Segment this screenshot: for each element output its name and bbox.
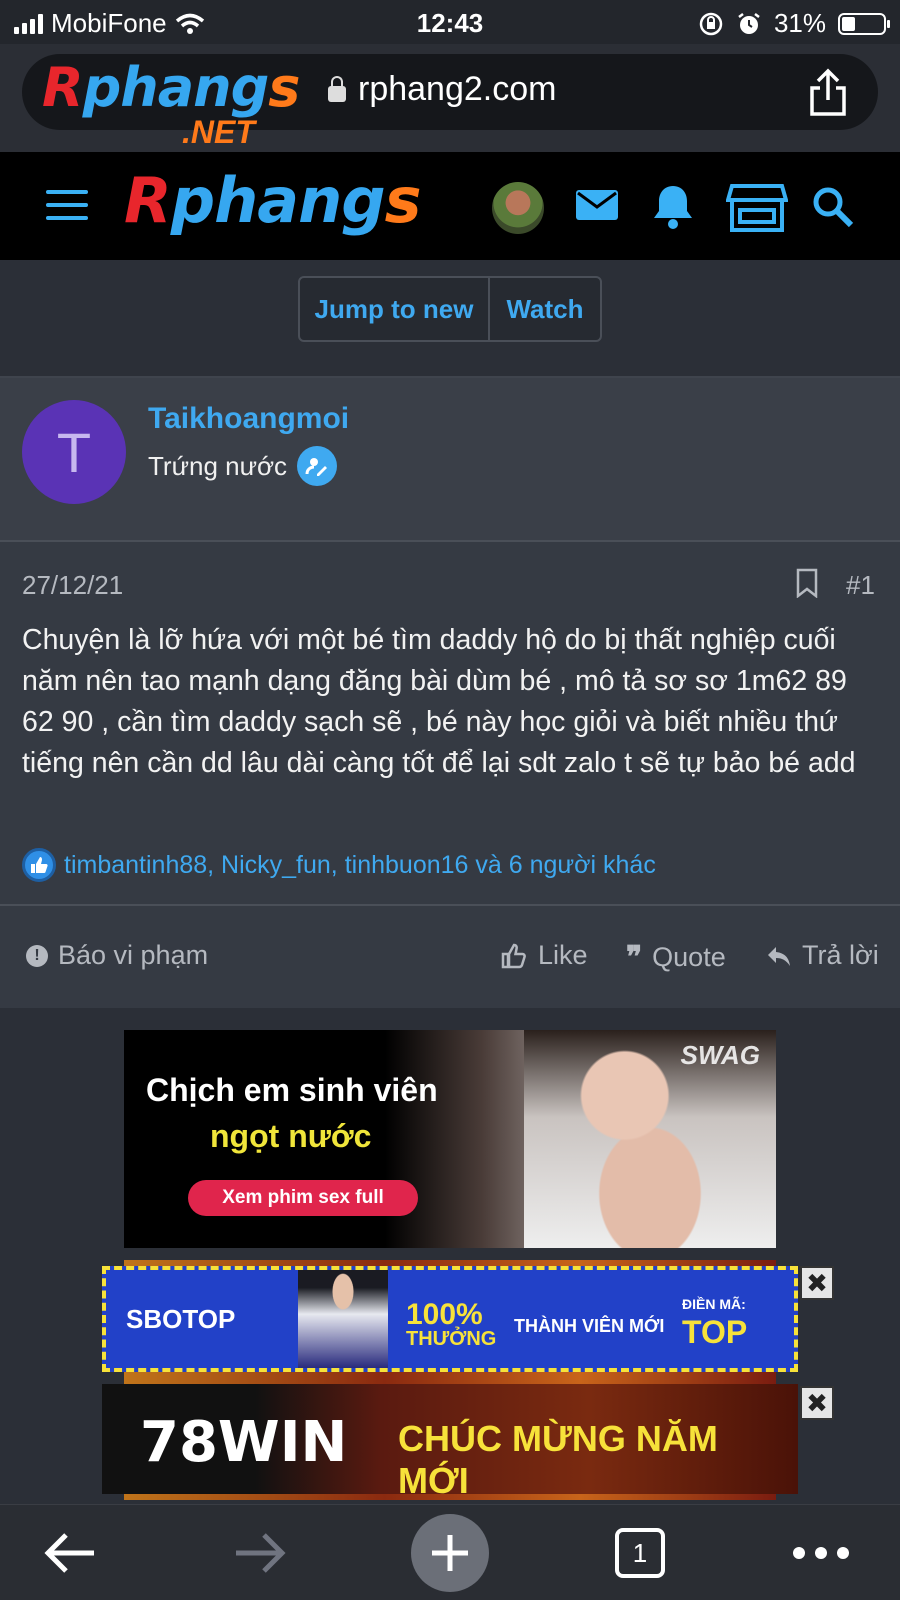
ad-banner-sbotop[interactable]: SBOTOP 100% THƯỞNG THÀNH VIÊN MỚI ĐIỀN M…: [102, 1266, 798, 1372]
like-label: Like: [538, 940, 588, 970]
like-reaction-icon: [22, 848, 56, 882]
ad-banner-78win[interactable]: 78WIN CHÚC MỪNG NĂM MỚI: [102, 1384, 798, 1501]
post-author-block: T Taikhoangmoi Trứng nước: [0, 378, 900, 542]
author-avatar[interactable]: T: [22, 400, 126, 504]
rotation-lock-icon: [699, 12, 723, 35]
reactions-row[interactable]: timbantinh88, Nicky_fun, tinhbuon16 và 6…: [22, 848, 656, 882]
more-menu-button[interactable]: [776, 1505, 866, 1600]
site-logo-net: .NET: [182, 114, 255, 150]
post-card: T Taikhoangmoi Trứng nước 27/12/21 #1 Ch…: [0, 376, 900, 1008]
ad-banner-main[interactable]: Chịch em sinh viên ngọt nước Xem phim se…: [124, 1030, 776, 1248]
close-ad-sbotop-button[interactable]: ✖: [800, 1266, 834, 1300]
status-bar: MobiFone 12:43 31%: [0, 0, 900, 44]
browser-url-area: Rphangs .NET rphang2.com: [0, 44, 900, 152]
url-field[interactable]: rphang2.com: [328, 70, 556, 109]
watch-button[interactable]: Watch: [490, 278, 600, 340]
reply-icon: [768, 946, 790, 966]
sbotop-new-member: THÀNH VIÊN MỚI: [514, 1316, 665, 1336]
bookmark-icon[interactable]: [796, 568, 818, 598]
verified-edit-icon: [297, 446, 338, 486]
plus-icon: [411, 1514, 489, 1592]
tabs-button[interactable]: 1: [600, 1505, 680, 1600]
report-button[interactable]: ! Báo vi phạm: [26, 940, 208, 971]
thumbs-up-icon: [501, 943, 526, 968]
close-ad-78win-button[interactable]: ✖: [800, 1386, 834, 1420]
site-favicon-logo: Rphangs: [42, 56, 300, 119]
mail-icon[interactable]: [574, 182, 620, 228]
more-icon: [793, 1547, 849, 1559]
browser-toolbar: 1: [0, 1504, 900, 1600]
bell-icon[interactable]: [652, 182, 694, 230]
sbotop-brand: SBOTOP: [126, 1304, 236, 1334]
reactions-text: timbantinh88, Nicky_fun, tinhbuon16 và 6…: [64, 850, 656, 879]
tabs-count: 1: [615, 1528, 665, 1578]
arrow-right-icon: [236, 1533, 286, 1573]
lock-icon: [328, 75, 346, 102]
post-footer-actions: ! Báo vi phạm Like ❞ Quote Trả lời: [0, 906, 900, 1010]
78win-brand: 78WIN: [140, 1410, 348, 1475]
sbotop-code: TOP: [682, 1314, 748, 1350]
menu-icon[interactable]: [46, 190, 88, 224]
new-tab-button[interactable]: [410, 1505, 490, 1600]
arrow-left-icon: [44, 1533, 94, 1573]
report-icon: !: [26, 944, 48, 967]
ad-cta-button[interactable]: Xem phim sex full: [188, 1180, 418, 1216]
quote-button[interactable]: ❞ Quote: [626, 940, 726, 975]
ad-subheadline: ngọt nước: [210, 1118, 372, 1154]
site-logo[interactable]: Rphangs: [124, 164, 422, 237]
sbotop-percent: 100%: [406, 1298, 483, 1331]
like-button[interactable]: Like: [500, 940, 588, 971]
quote-label: Quote: [652, 942, 726, 972]
share-icon[interactable]: [806, 68, 850, 118]
back-button[interactable]: [30, 1505, 110, 1600]
site-header: Rphangs: [0, 152, 900, 260]
author-rank: Trứng nước: [148, 450, 288, 481]
status-right: 31%: [698, 8, 890, 39]
author-name[interactable]: Taikhoangmoi: [148, 402, 349, 436]
ad-brand: SWAG: [680, 1040, 760, 1070]
ad-headline: Chịch em sinh viên: [146, 1072, 438, 1108]
thread-actions: Jump to new Watch: [298, 276, 602, 342]
sbotop-bonus: THƯỞNG: [406, 1328, 497, 1350]
author-title: Trứng nước: [148, 446, 338, 486]
jump-to-new-button[interactable]: Jump to new: [300, 278, 490, 340]
reply-button[interactable]: Trả lời: [766, 940, 879, 971]
post-body: Chuyện là lỡ hứa với một bé tìm daddy hộ…: [22, 624, 856, 779]
store-icon[interactable]: [726, 182, 788, 234]
url-text: rphang2.com: [358, 70, 557, 108]
78win-message: CHÚC MỪNG NĂM MỚI: [398, 1418, 718, 1501]
search-icon[interactable]: [812, 186, 854, 228]
battery-icon: [838, 12, 890, 35]
post-number[interactable]: #1: [846, 570, 875, 601]
ad-model-image: [298, 1270, 388, 1368]
forward-button[interactable]: [220, 1505, 300, 1600]
user-avatar[interactable]: [492, 182, 544, 234]
post-date[interactable]: 27/12/21: [22, 570, 123, 601]
quote-icon: ❞: [626, 940, 643, 975]
sbotop-code-label: ĐIỀN MÃ:: [682, 1296, 746, 1312]
alarm-icon: [738, 12, 760, 34]
reply-label: Trả lời: [802, 940, 879, 970]
report-label: Báo vi phạm: [58, 940, 209, 970]
battery-percent: 31%: [773, 8, 826, 38]
